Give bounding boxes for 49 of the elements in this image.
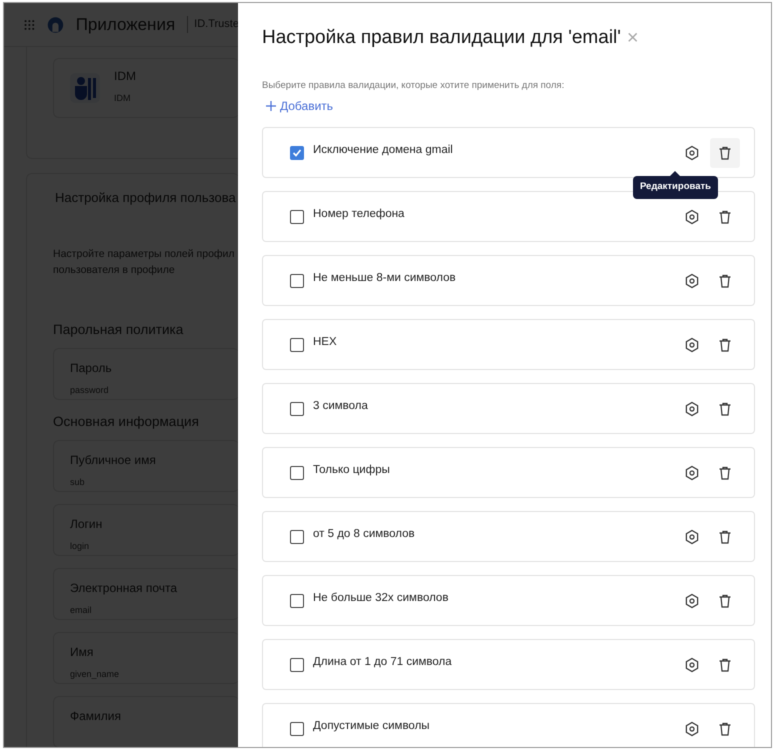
check-icon: [292, 148, 302, 158]
rule-label: Номер телефона: [313, 207, 406, 222]
rule-label: от 5 до 8 символов: [313, 527, 416, 542]
rule-label: HEX: [313, 335, 338, 350]
checkbox[interactable]: [290, 402, 304, 416]
rule-label: 3 символа: [313, 399, 369, 414]
rule-label: Допустимые символы: [313, 719, 431, 734]
hint-text: Выберите правила валидации, которые хотите применить для поля:: [262, 79, 566, 93]
trash-icon: [717, 208, 733, 225]
settings-icon: [684, 272, 700, 289]
settings-icon: [684, 208, 700, 225]
plus-icon: [266, 101, 276, 112]
rule-label: Только цифры: [313, 463, 391, 478]
trash-icon: [717, 720, 733, 737]
checkbox[interactable]: [290, 146, 304, 160]
rule-label: Не больше 32х символов: [313, 591, 450, 606]
settings-icon: [684, 400, 700, 417]
settings-icon: [684, 144, 700, 161]
trash-icon: [717, 336, 733, 353]
checkbox[interactable]: [290, 210, 304, 224]
trash-icon: [717, 528, 733, 545]
trash-icon: [717, 272, 733, 289]
settings-icon: [684, 464, 700, 481]
rule-label: Не меньше 8-ми символов: [313, 271, 457, 286]
settings-icon: [684, 528, 700, 545]
trash-icon: [717, 144, 733, 161]
checkbox[interactable]: [290, 466, 304, 480]
checkbox[interactable]: [290, 274, 304, 288]
tooltip-pointer-icon: [670, 171, 680, 176]
checkbox[interactable]: [290, 658, 304, 672]
drawer-title: Настройка правил валидации для 'email': [262, 26, 621, 50]
settings-icon: [684, 720, 700, 737]
rule-label: Исключение домена gmail: [313, 143, 454, 158]
trash-icon: [717, 464, 733, 481]
tooltip: Редактировать: [632, 176, 718, 198]
checkbox[interactable]: [290, 722, 304, 736]
trash-icon: [717, 400, 733, 417]
rule-label: Длина от 1 до 71 символа: [313, 655, 453, 670]
close-button[interactable]: ×: [620, 23, 645, 53]
checkbox[interactable]: [290, 530, 304, 544]
settings-icon: [684, 336, 700, 353]
trash-icon: [717, 592, 733, 609]
settings-icon: [684, 656, 700, 673]
checkbox[interactable]: [290, 338, 304, 352]
add-button[interactable]: Добавить: [262, 97, 338, 116]
trash-icon: [717, 656, 733, 673]
settings-icon: [684, 592, 700, 609]
delete-button[interactable]: [710, 138, 740, 168]
checkbox[interactable]: [290, 594, 304, 608]
